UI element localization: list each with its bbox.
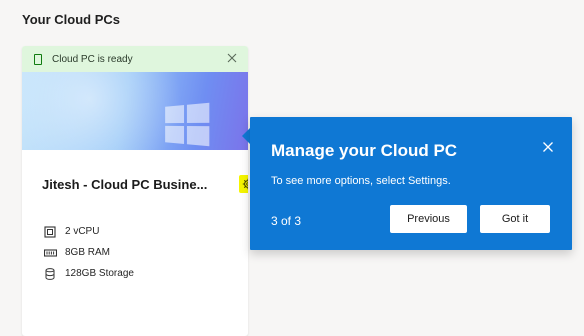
storage-icon bbox=[43, 267, 57, 281]
close-icon[interactable] bbox=[542, 140, 554, 152]
status-text: Cloud PC is ready bbox=[52, 53, 133, 65]
spec-list: 2 vCPU 8GB RAM 128GB Storage bbox=[43, 221, 134, 284]
pc-name: Jitesh - Cloud PC Busine... bbox=[42, 177, 208, 192]
coachmark-body: To see more options, select Settings. bbox=[271, 175, 451, 187]
spec-label: 2 vCPU bbox=[65, 226, 100, 237]
status-icon bbox=[34, 53, 42, 65]
coachmark-title: Manage your Cloud PC bbox=[271, 141, 458, 160]
gear-icon bbox=[242, 178, 248, 190]
section-title: Your Cloud PCs bbox=[22, 12, 120, 27]
settings-button[interactable] bbox=[239, 175, 248, 193]
status-close-icon[interactable] bbox=[226, 52, 238, 64]
spec-item: 2 vCPU bbox=[43, 221, 134, 242]
cloud-pc-card[interactable]: Cloud PC is ready Jitesh - Cloud PC Busi… bbox=[22, 46, 248, 336]
got-it-button[interactable]: Got it bbox=[480, 205, 550, 233]
previous-button[interactable]: Previous bbox=[390, 205, 467, 233]
windows-logo-icon bbox=[165, 102, 210, 147]
pc-name-row: Jitesh - Cloud PC Busine... bbox=[42, 175, 248, 193]
step-indicator: 3 of 3 bbox=[271, 214, 302, 228]
hero-image bbox=[22, 72, 248, 150]
spec-label: 8GB RAM bbox=[65, 247, 111, 258]
coachmark-panel: Manage your Cloud PC To see more options… bbox=[250, 117, 572, 250]
callout-pointer bbox=[242, 128, 250, 144]
cpu-icon bbox=[43, 225, 57, 239]
coachmark-callout: Manage your Cloud PC To see more options… bbox=[242, 117, 572, 250]
spec-label: 128GB Storage bbox=[65, 268, 134, 279]
spec-item: 8GB RAM bbox=[43, 242, 134, 263]
memory-icon bbox=[43, 246, 57, 260]
status-bar: Cloud PC is ready bbox=[22, 46, 248, 72]
spec-item: 128GB Storage bbox=[43, 263, 134, 284]
